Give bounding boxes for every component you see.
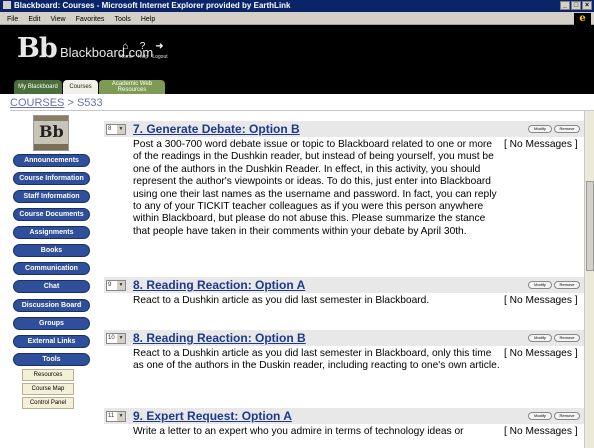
modify-button[interactable]: Modify [528,334,552,342]
nav-course-documents[interactable]: Course Documents [13,208,90,221]
forum-item: 10 ▼ 8. Reading Reaction: Option B Modify… [104,330,584,400]
nav-control-panel[interactable]: Control Panel [22,397,74,409]
forum-messages-link[interactable]: [ No Messages ] [504,348,578,360]
forum-item: 11 ▼ 9. Expert Request: Option A Modify R… [104,408,584,448]
site-header: Bb Blackboard.com ⌂ Home ? Help ➜ Logout [0,25,594,77]
modify-button[interactable]: Modify [528,412,552,420]
menu-bar: File Edit View Favorites Tools Help [0,12,594,25]
order-value: 9 [108,282,112,288]
forum-list: 8 ▼ 7. Generate Debate: Option B Modify R… [100,111,584,448]
nav-communication[interactable]: Communication [13,262,90,275]
order-value: 8 [108,126,112,132]
forum-title-link[interactable]: 8. Reading Reaction: Option B [133,331,306,345]
blackboard-logo[interactable]: Bb [17,33,58,64]
nav-course-information[interactable]: Course Information [13,172,90,185]
course-image-band [34,144,68,150]
order-select[interactable]: 9 ▼ [106,280,126,291]
chevron-down-icon: ▼ [117,125,125,134]
window-controls: _ □ × [560,1,592,10]
window-titlebar: Blackboard: Courses - Microsoft Internet… [0,0,594,12]
forum-messages-link[interactable]: [ No Messages ] [504,139,578,151]
nav-resources[interactable]: Resources [22,369,74,381]
minimize-button[interactable]: _ [560,1,570,10]
order-value: 11 [108,413,115,419]
breadcrumb-courses-link[interactable]: COURSES [10,97,64,109]
nav-staff-information[interactable]: Staff Information [13,190,90,203]
order-select[interactable]: 10 ▼ [106,333,126,344]
course-image: Bb [33,115,69,151]
forum-item: 9 ▼ 8. Reading Reaction: Option A Modify … [104,277,584,317]
forum-title-link[interactable]: 8. Reading Reaction: Option A [133,278,305,292]
breadcrumb: COURSES > S533 [10,95,594,111]
order-select[interactable]: 11 ▼ [106,411,126,422]
scrollbar-thumb[interactable] [586,181,594,271]
remove-button[interactable]: Remove [554,281,580,289]
remove-button[interactable]: Remove [554,334,580,342]
order-value: 10 [108,335,115,341]
main-tabs: My Blackboard Courses Academic Web Resou… [0,77,594,94]
ie-throbber-icon: e [574,13,591,25]
forum-title-link[interactable]: 7. Generate Debate: Option B [133,122,300,136]
tab-academic-web-resources[interactable]: Academic Web Resources [99,80,165,94]
course-sidebar: Bb www.blackboard.com Announcements Cour… [0,111,100,448]
remove-button[interactable]: Remove [554,125,580,133]
forum-description: React to a Dushkin article as you did la… [133,295,430,306]
forum-messages-link[interactable]: [ No Messages ] [504,426,578,438]
forum-messages-link[interactable]: [ No Messages ] [504,295,578,307]
forum-title-link[interactable]: 9. Expert Request: Option A [133,409,292,423]
forum-description: Post a 300-700 word debate issue or topi… [133,139,497,237]
modify-button[interactable]: Modify [528,125,552,133]
tab-my-blackboard[interactable]: My Blackboard [14,80,62,94]
nav-course-map[interactable]: Course Map [22,383,74,395]
forum-description: React to a Dushkin article as you did la… [133,348,500,372]
modify-button[interactable]: Modify [528,281,552,289]
remove-button[interactable]: Remove [554,412,580,420]
tab-courses[interactable]: Courses [63,80,98,94]
nav-tools[interactable]: Tools [13,353,90,366]
chevron-down-icon: ▼ [117,412,125,421]
logout-icon[interactable]: ➜ [152,40,167,53]
vertical-scrollbar[interactable] [584,111,594,448]
home-icon[interactable]: ⌂ [118,40,133,53]
nav-chat[interactable]: Chat [13,280,90,293]
breadcrumb-separator: > [67,97,74,109]
course-image-logo: Bb [39,122,64,141]
nav-books[interactable]: Books [13,244,90,257]
nav-external-links[interactable]: External Links [13,335,90,348]
nav-assignments[interactable]: Assignments [13,226,90,239]
nav-discussion-board[interactable]: Discussion Board [13,299,90,312]
logout-label[interactable]: Logout [149,54,171,60]
help-icon[interactable]: ? [135,40,150,53]
nav-groups[interactable]: Groups [13,317,90,330]
course-image-band [34,116,68,121]
order-select[interactable]: 8 ▼ [106,124,126,135]
close-button[interactable]: × [582,1,592,10]
forum-item: 8 ▼ 7. Generate Debate: Option B Modify R… [104,121,584,271]
forum-description: Write a letter to an expert who you admi… [133,426,464,437]
chevron-down-icon: ▼ [117,281,125,290]
breadcrumb-current: S533 [76,97,103,109]
ie-icon [3,1,11,9]
window-title: Blackboard: Courses - Microsoft Internet… [14,1,291,10]
nav-announcements[interactable]: Announcements [13,154,90,167]
maximize-button[interactable]: □ [571,1,581,10]
chevron-down-icon: ▼ [117,334,125,343]
